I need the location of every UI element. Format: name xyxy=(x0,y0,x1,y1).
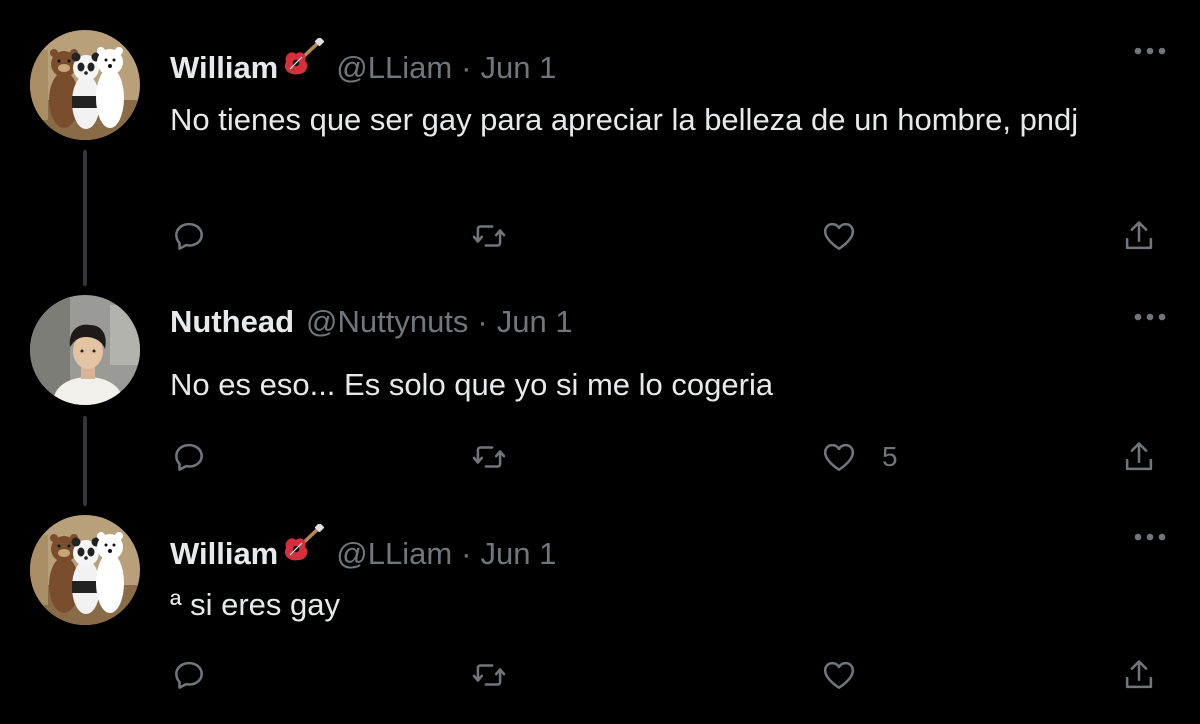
more-icon[interactable] xyxy=(1130,41,1170,61)
retweet-button[interactable] xyxy=(470,653,508,697)
tweet-header: William @LLiam · Jun 1 xyxy=(170,524,556,572)
avatar[interactable] xyxy=(30,30,140,140)
display-name[interactable]: Nuthead xyxy=(170,304,294,340)
more-icon[interactable] xyxy=(1130,527,1170,547)
heart-icon xyxy=(823,661,855,689)
share-icon xyxy=(1125,442,1153,471)
bears-avatar-image xyxy=(30,515,140,625)
tweet-header: William @LLiam · Jun 1 xyxy=(170,38,556,86)
like-button[interactable] xyxy=(820,653,882,697)
handle[interactable]: @LLiam xyxy=(336,50,452,86)
tweet-date[interactable]: Jun 1 xyxy=(480,536,556,572)
thread-line xyxy=(83,150,87,286)
heart-icon xyxy=(823,443,855,471)
reply-button[interactable] xyxy=(170,435,208,479)
tweet-actions xyxy=(170,214,1170,258)
share-button[interactable] xyxy=(1120,435,1158,479)
reply-icon xyxy=(175,661,203,689)
display-name[interactable]: William xyxy=(170,50,278,86)
more-icon[interactable] xyxy=(1130,307,1170,327)
bears-avatar-image xyxy=(30,30,140,140)
retweet-icon xyxy=(472,446,506,468)
tweet-2[interactable]: Nuthead @Nuttynuts · Jun 1 No es eso... … xyxy=(0,290,1200,510)
tweet-text: No tienes que ser gay para apreciar la b… xyxy=(170,102,1079,137)
heart-icon xyxy=(823,222,855,250)
handle[interactable]: @Nuttynuts xyxy=(306,304,468,340)
reply-icon xyxy=(175,222,203,250)
share-icon xyxy=(1125,660,1153,689)
share-button[interactable] xyxy=(1120,214,1158,258)
tweet-text: ª si eres gay xyxy=(170,587,340,622)
retweet-icon xyxy=(472,664,506,686)
person-avatar-image xyxy=(30,295,140,405)
reply-icon xyxy=(175,443,203,471)
tweet-actions xyxy=(170,653,1170,697)
tweet-date[interactable]: Jun 1 xyxy=(480,50,556,86)
reply-button[interactable] xyxy=(170,214,208,258)
reply-button[interactable] xyxy=(170,653,208,697)
avatar[interactable] xyxy=(30,515,140,625)
guitar-icon xyxy=(285,38,325,75)
tweet-actions: 5 xyxy=(170,435,1170,479)
avatar[interactable] xyxy=(30,295,140,405)
tweet-date[interactable]: Jun 1 xyxy=(497,304,573,340)
separator-dot: · xyxy=(461,50,472,85)
retweet-button[interactable] xyxy=(470,435,508,479)
like-button[interactable]: 5 xyxy=(820,435,898,479)
separator-dot: · xyxy=(461,536,472,571)
separator-dot: · xyxy=(477,304,488,339)
share-icon xyxy=(1125,221,1153,250)
tweet-1[interactable]: William @LLiam · Jun 1 No tienes que ser… xyxy=(0,0,1200,290)
retweet-button[interactable] xyxy=(470,214,508,258)
tweet-3[interactable]: William @LLiam · Jun 1 ª si eres gay xyxy=(0,510,1200,724)
display-name[interactable]: William xyxy=(170,536,278,572)
like-count: 5 xyxy=(882,441,898,472)
handle[interactable]: @LLiam xyxy=(336,536,452,572)
guitar-icon xyxy=(285,524,325,561)
retweet-icon xyxy=(472,225,506,247)
thread-line xyxy=(83,416,87,506)
tweet-header: Nuthead @Nuttynuts · Jun 1 xyxy=(170,304,573,340)
share-button[interactable] xyxy=(1120,653,1158,697)
like-button[interactable] xyxy=(820,214,882,258)
tweet-text: No es eso... Es solo que yo si me lo cog… xyxy=(170,367,774,402)
